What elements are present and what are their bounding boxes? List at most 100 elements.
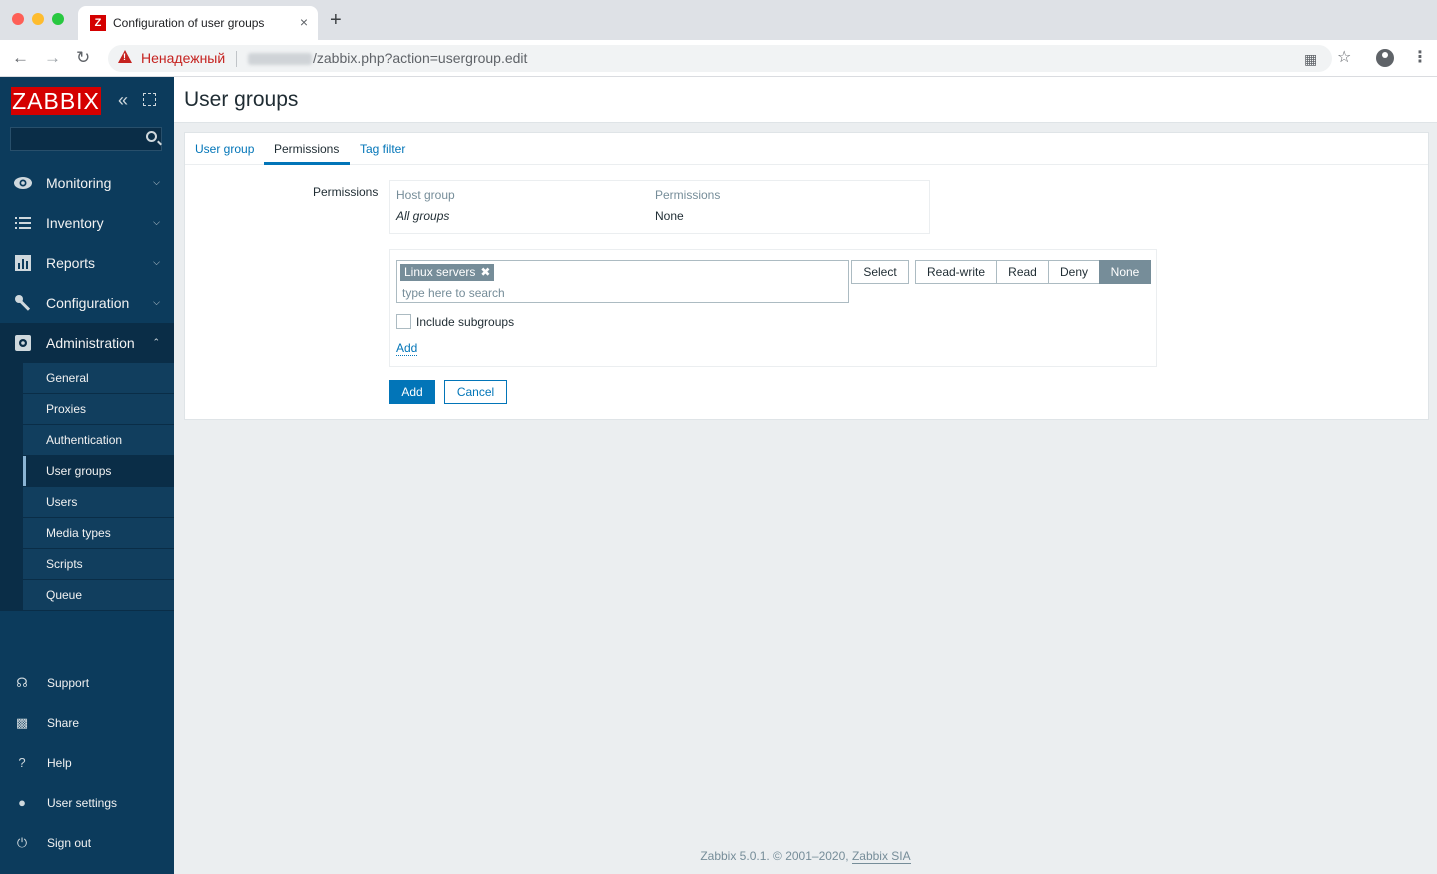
submenu-item-users[interactable]: Users <box>0 487 174 518</box>
add-permission-link[interactable]: Add <box>396 341 418 356</box>
select-button[interactable]: Select <box>851 260 909 284</box>
eye-icon <box>13 173 33 193</box>
footer-link[interactable]: Zabbix SIA <box>851 849 911 864</box>
zabbix-logo[interactable]: ZABBIX <box>11 87 101 115</box>
footer-text: Zabbix 5.0.1. © 2001–2020, <box>700 849 852 863</box>
submenu-item-queue[interactable]: Queue <box>0 580 174 611</box>
submenu-label: User groups <box>46 464 112 478</box>
menu-item-configuration[interactable]: Configuration ⌵ <box>0 283 174 323</box>
menu-item-administration[interactable]: Administration ⌃ <box>0 323 174 363</box>
menu-label: User settings <box>47 796 118 810</box>
submenu-label: Authentication <box>46 433 123 447</box>
sidebar-search-input[interactable] <box>10 127 162 151</box>
selected-chip: Linux servers ✖ <box>400 264 495 281</box>
url-host-blurred <box>248 53 312 65</box>
browser-tab[interactable]: Z Configuration of user groups × <box>78 6 318 40</box>
warning-icon <box>118 50 132 63</box>
permission-read-button[interactable]: Read <box>996 260 1049 284</box>
url-separator <box>236 51 237 67</box>
menu-item-inventory[interactable]: Inventory ⌵ <box>0 203 174 243</box>
table-header-permissions: Permissions <box>655 188 721 202</box>
permission-read-write-button[interactable]: Read-write <box>915 260 997 284</box>
profile-icon[interactable] <box>1376 49 1394 67</box>
submenu-label: Users <box>46 495 78 509</box>
headset-icon: ☊ <box>16 675 28 690</box>
submenu-label: Media types <box>46 526 111 540</box>
submenu-item-general[interactable]: General <box>0 363 174 394</box>
cancel-button[interactable]: Cancel <box>444 380 507 404</box>
gear-icon <box>13 333 33 353</box>
page-header: User groups <box>174 77 1437 123</box>
chevron-down-icon: ⌵ <box>153 297 160 307</box>
permission-deny-button[interactable]: Deny <box>1048 260 1100 284</box>
translate-icon[interactable]: ▦ <box>1304 51 1317 67</box>
collapse-sidebar-icon[interactable]: « <box>118 90 128 110</box>
administration-submenu: General Proxies Authentication User grou… <box>0 363 174 611</box>
menu-item-user-settings[interactable]: ● User settings <box>0 783 174 823</box>
url-path[interactable]: /zabbix.php?action=usergroup.edit <box>313 50 527 66</box>
menu-icon[interactable]: ⋮ <box>1412 48 1428 68</box>
browser-tab-bar: Z Configuration of user groups × + <box>0 0 1437 40</box>
tab-user-group[interactable]: User group <box>195 142 254 156</box>
user-icon: ● <box>18 795 26 810</box>
add-button[interactable]: Add <box>389 380 435 404</box>
reload-icon[interactable]: ↻ <box>76 48 90 68</box>
minimize-window-button[interactable] <box>32 13 44 25</box>
menu-item-reports[interactable]: Reports ⌵ <box>0 243 174 283</box>
permissions-table: Host group Permissions All groups None <box>389 180 930 234</box>
url-omnibox[interactable]: Ненадежный /zabbix.php?action=usergroup.… <box>108 45 1332 72</box>
chip-label: Linux servers <box>404 265 476 279</box>
menu-item-help[interactable]: ? Help <box>0 743 174 783</box>
submenu-item-proxies[interactable]: Proxies <box>0 394 174 425</box>
chevron-down-icon: ⌵ <box>153 257 160 267</box>
menu-item-share[interactable]: ▩ Share <box>0 703 174 743</box>
insecure-label[interactable]: Ненадежный <box>141 50 225 66</box>
active-tab-indicator <box>264 162 350 165</box>
main-menu: Monitoring ⌵ Inventory ⌵ Reports ⌵ Confi… <box>0 163 174 611</box>
host-group-search-input[interactable] <box>402 285 842 301</box>
page-title: User groups <box>184 88 299 111</box>
table-cell-host-group: All groups <box>396 209 450 223</box>
form-panel: User group Permissions Tag filter Permis… <box>184 132 1429 420</box>
submenu-item-media-types[interactable]: Media types <box>0 518 174 549</box>
submenu-item-user-groups[interactable]: User groups <box>0 456 174 487</box>
share-icon: ▩ <box>15 715 29 730</box>
chevron-down-icon: ⌵ <box>153 217 160 227</box>
tab-permissions[interactable]: Permissions <box>274 142 339 156</box>
zabbix-favicon-icon: Z <box>90 15 106 31</box>
permissions-label: Permissions <box>313 185 379 199</box>
search-icon[interactable] <box>146 131 157 142</box>
host-group-multiselect[interactable]: Linux servers ✖ <box>396 260 849 303</box>
submenu-item-scripts[interactable]: Scripts <box>0 549 174 580</box>
close-tab-icon[interactable]: × <box>300 14 308 30</box>
menu-label: Inventory <box>46 215 104 231</box>
close-window-button[interactable] <box>12 13 24 25</box>
menu-label: Administration <box>46 335 135 351</box>
permission-none-button[interactable]: None <box>1099 260 1151 284</box>
star-icon[interactable]: ☆ <box>1337 50 1351 66</box>
form-tabs: User group Permissions Tag filter <box>185 133 1428 165</box>
sidebar: ZABBIX « Monitoring ⌵ Inventory ⌵ Report… <box>0 77 174 874</box>
back-icon[interactable]: ← <box>12 48 29 68</box>
include-subgroups-checkbox[interactable] <box>396 314 411 329</box>
menu-item-monitoring[interactable]: Monitoring ⌵ <box>0 163 174 203</box>
chevron-up-icon: ⌃ <box>152 337 160 347</box>
table-header-host-group: Host group <box>396 188 455 202</box>
menu-label: Sign out <box>47 836 92 850</box>
menu-item-support[interactable]: ☊ Support <box>0 663 174 703</box>
forward-icon[interactable]: → <box>44 48 61 68</box>
wrench-icon <box>13 293 33 313</box>
submenu-item-authentication[interactable]: Authentication <box>0 425 174 456</box>
menu-label: Configuration <box>46 295 130 311</box>
remove-chip-icon[interactable]: ✖ <box>480 264 490 281</box>
address-bar: ← → ↻ Ненадежный /zabbix.php?action=user… <box>0 40 1437 77</box>
new-tab-button[interactable]: + <box>330 10 342 30</box>
include-subgroups-label[interactable]: Include subgroups <box>416 315 514 329</box>
maximize-window-button[interactable] <box>52 13 64 25</box>
menu-label: Support <box>47 676 90 690</box>
kiosk-mode-icon[interactable] <box>143 93 156 106</box>
submenu-label: General <box>46 371 89 385</box>
menu-item-sign-out[interactable]: ⏻ Sign out <box>0 823 174 863</box>
power-icon: ⏻ <box>16 835 28 850</box>
tab-tag-filter[interactable]: Tag filter <box>360 142 405 156</box>
